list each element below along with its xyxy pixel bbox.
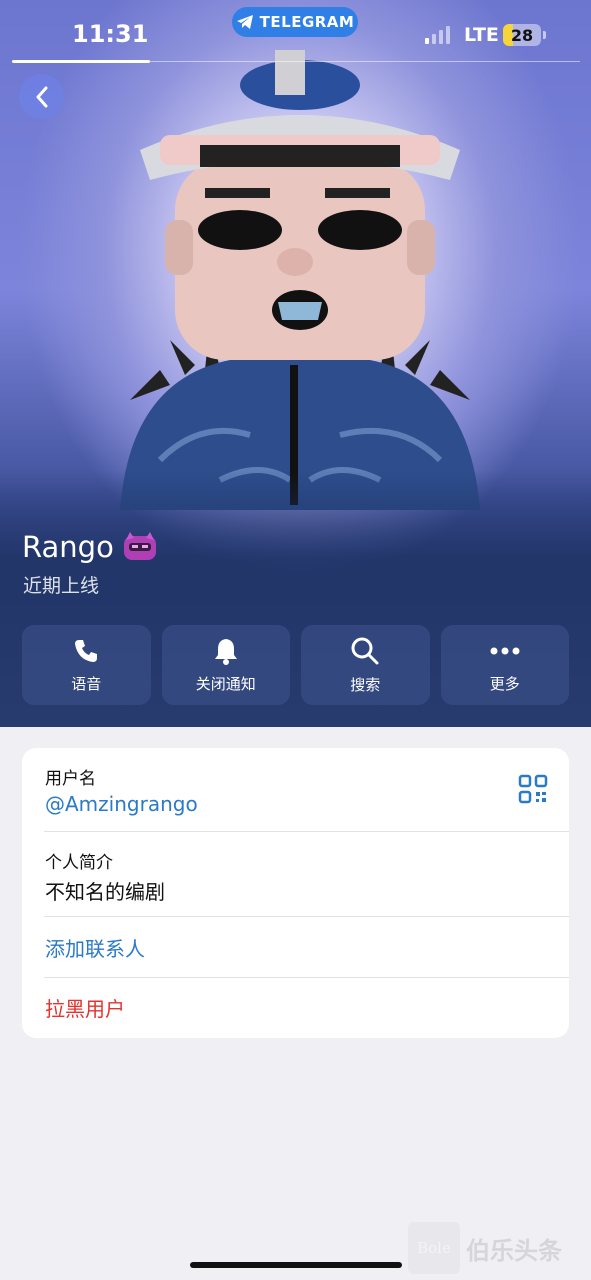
status-bar: 11:31 TELEGRAM LTE 28 (0, 0, 591, 66)
profile-last-seen: 近期上线 (23, 575, 100, 597)
status-time: 11:31 (72, 20, 149, 48)
profile-name-text: Rango (22, 530, 114, 564)
more-button[interactable]: 更多 (440, 625, 569, 705)
watermark-box: Bole (408, 1222, 460, 1274)
qr-code-icon[interactable] (518, 774, 548, 804)
signal-icon (425, 26, 450, 44)
more-icon (490, 647, 520, 654)
search-icon (351, 637, 379, 664)
action-bar: 语音 关闭通知 搜索 更多 (22, 625, 569, 705)
profile-name: Rango (22, 530, 158, 564)
battery-icon: 28 (503, 24, 541, 46)
username-label: 用户名 (45, 769, 96, 789)
network-label: LTE (464, 24, 499, 46)
battery-cap (543, 31, 546, 39)
watermark-text: 伯乐头条 (466, 1236, 562, 1265)
action-label: 更多 (489, 674, 520, 693)
status-underline (12, 60, 150, 63)
username-row[interactable]: 用户名 @Amzingrango (22, 748, 569, 832)
bio-value: 不知名的编剧 (45, 880, 165, 904)
bio-label: 个人简介 (45, 853, 113, 873)
home-indicator[interactable] (190, 1262, 402, 1268)
profile-info-card: 用户名 @Amzingrango 个人简介 不知名的编剧 添加联系人 拉黑用户 (22, 748, 569, 1038)
block-user-row[interactable]: 拉黑用户 (22, 978, 569, 1038)
add-contact-row[interactable]: 添加联系人 (22, 917, 569, 977)
status-divider (150, 61, 580, 62)
telegram-pill-label: TELEGRAM (259, 13, 355, 31)
username-value[interactable]: @Amzingrango (45, 792, 198, 816)
action-label: 关闭通知 (195, 674, 256, 693)
phone-icon (75, 639, 98, 662)
add-contact-button[interactable]: 添加联系人 (45, 933, 145, 962)
watermark-logo: Bole 伯乐头条 (408, 1222, 562, 1274)
telegram-pill[interactable]: TELEGRAM (232, 7, 358, 37)
voice-call-button[interactable]: 语音 (22, 625, 151, 705)
emoji-status-icon[interactable] (122, 532, 158, 562)
search-button[interactable]: 搜索 (301, 625, 430, 705)
bio-row: 个人简介 不知名的编剧 (22, 832, 569, 916)
action-label: 语音 (71, 674, 102, 693)
back-button[interactable] (19, 74, 64, 119)
telegram-icon (236, 15, 253, 29)
block-user-button[interactable]: 拉黑用户 (45, 993, 125, 1022)
mute-notifications-button[interactable]: 关闭通知 (161, 625, 290, 705)
action-label: 搜索 (350, 675, 381, 694)
chevron-left-icon (36, 86, 47, 107)
profile-header: 11:31 TELEGRAM LTE 28 Rango 近期上线 语音 关闭通知… (0, 0, 591, 727)
bell-icon (214, 638, 237, 665)
